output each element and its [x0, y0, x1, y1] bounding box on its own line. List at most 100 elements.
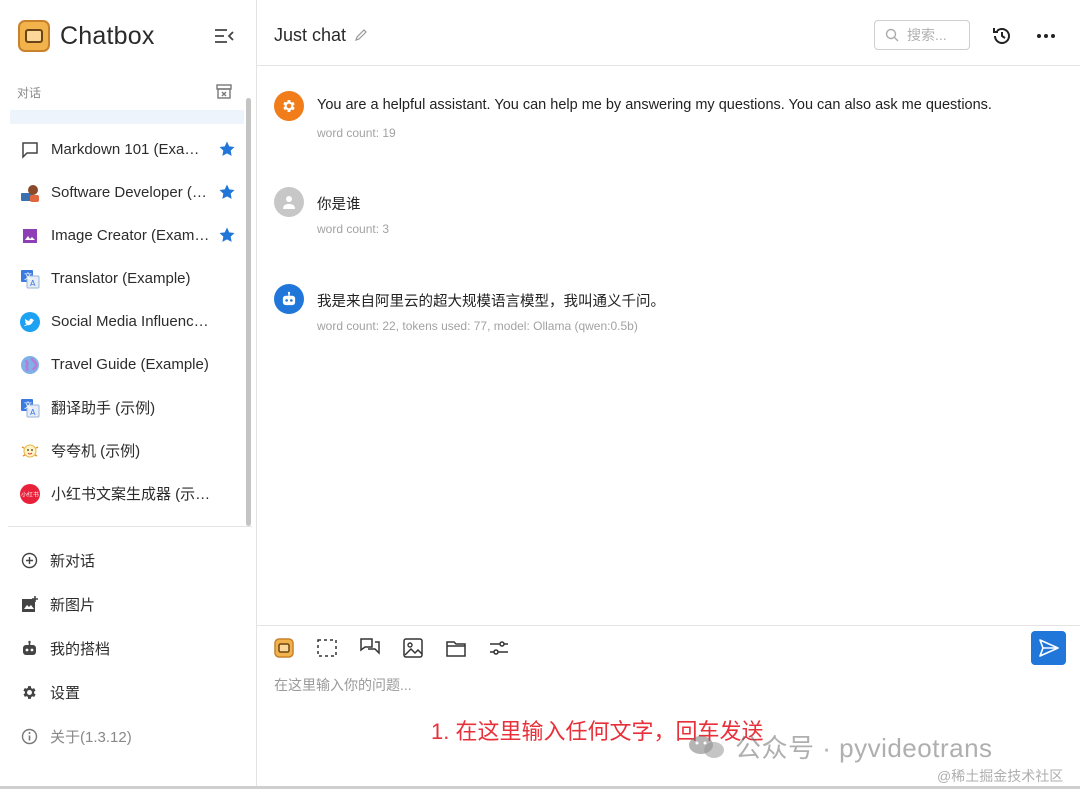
history-button[interactable] — [991, 25, 1013, 47]
nav-label: 我的搭档 — [50, 640, 111, 658]
session-item-software-developer[interactable]: Software Developer (Example) — [10, 171, 244, 214]
session-item-social-media-influencer[interactable]: Social Media Influencer (Example) — [10, 300, 244, 343]
watermark: 公众号 · pyvideotrans — [687, 728, 993, 765]
folder-icon — [446, 641, 466, 657]
search-placeholder: 搜索... — [907, 27, 947, 43]
chat-title: Just chat — [274, 25, 347, 45]
send-button[interactable] — [1031, 631, 1066, 665]
message-meta: word count: 3 — [317, 222, 390, 236]
archive-icon — [216, 84, 232, 99]
wechat-icon — [689, 735, 724, 758]
message-list: You are a helpful assistant. You can hel… — [257, 66, 1080, 626]
session-item-markdown-101[interactable]: Markdown 101 (Example) — [10, 128, 244, 171]
my-copilots-button[interactable]: 我的搭档 — [12, 626, 248, 670]
star-icon[interactable] — [218, 226, 236, 244]
more-options-button[interactable] — [1035, 26, 1057, 46]
nav-label: 关于(1.3.12) — [50, 728, 132, 746]
session-item-travel-guide[interactable]: Travel Guide (Example) — [10, 343, 244, 386]
nav-label: 新对话 — [50, 552, 96, 570]
translate-icon: 文A — [20, 269, 40, 289]
chat-settings-button[interactable] — [487, 636, 511, 660]
settings-button[interactable]: 设置 — [12, 670, 248, 714]
message-text: You are a helpful assistant. You can hel… — [317, 97, 992, 113]
info-icon — [20, 727, 38, 745]
user-avatar — [274, 187, 304, 217]
message-text: 我是来自阿里云的超大规模语言模型，我叫通义千问。 — [317, 294, 665, 310]
chat-header: Just chat 搜索... — [257, 0, 1080, 66]
sidebar: Chatbox 对话 Markdown 101 (Example) Softwa… — [0, 0, 257, 789]
nav-label: 设置 — [50, 684, 81, 702]
app-name: Chatbox — [60, 21, 155, 50]
session-label: 小红书文案生成器 (示例) — [51, 486, 211, 503]
session-label: 翻译助手 (示例) — [51, 400, 156, 417]
gear-icon — [283, 100, 295, 112]
session-label: Social Media Influencer (Example) — [51, 313, 211, 330]
chat-panel: Just chat 搜索... You are a helpful assist… — [257, 0, 1080, 789]
session-label: Markdown 101 (Example) — [51, 141, 211, 158]
settings-sliders-icon — [490, 641, 508, 655]
copilot-selector-button[interactable] — [272, 636, 296, 660]
clear-conversations-button[interactable] — [215, 83, 233, 100]
globe-icon — [20, 355, 40, 375]
image-icon — [20, 226, 40, 246]
session-label: Software Developer (Example) — [51, 184, 211, 201]
divider — [8, 526, 252, 527]
screenshot-button[interactable] — [315, 636, 339, 660]
session-label: Translator (Example) — [51, 270, 191, 287]
chatbox-logo-icon — [18, 20, 50, 52]
cheer-face-icon — [20, 441, 40, 461]
xiaohongshu-icon: 小红书 — [20, 483, 40, 504]
session-label: Image Creator (Example) — [51, 227, 211, 244]
more-dots-icon — [1037, 34, 1055, 38]
brand: Chatbox — [18, 20, 155, 52]
message-input[interactable] — [274, 673, 1044, 697]
star-icon[interactable] — [218, 140, 236, 158]
section-label: 对话 — [17, 86, 42, 100]
search-input[interactable]: 搜索... — [874, 20, 970, 50]
session-list-top — [10, 110, 244, 124]
nav-label: 新图片 — [50, 596, 96, 614]
twitter-bird-icon — [20, 311, 40, 332]
add-image-icon — [20, 595, 38, 613]
svg-text:A: A — [30, 279, 36, 288]
robot-icon — [282, 291, 296, 306]
crop-icon — [317, 639, 337, 657]
session-item-image-creator[interactable]: Image Creator (Example) — [10, 214, 244, 257]
sidebar-scrollbar[interactable] — [246, 98, 251, 526]
session-label: 夸夸机 (示例) — [51, 443, 141, 460]
compare-chat-icon — [360, 638, 380, 655]
system-avatar — [274, 91, 304, 121]
collapse-sidebar-button[interactable] — [213, 26, 235, 46]
about-button[interactable]: 关于(1.3.12) — [12, 714, 248, 758]
chatbox-app: Chatbox 对话 Markdown 101 (Example) Softwa… — [0, 0, 1080, 789]
input-toolbar — [272, 636, 530, 660]
message-meta: word count: 19 — [317, 126, 396, 140]
new-chat-button[interactable]: 新对话 — [12, 538, 248, 582]
send-icon — [1038, 639, 1059, 657]
developer-avatar-icon — [20, 183, 40, 203]
edit-title-icon[interactable] — [353, 27, 369, 43]
user-icon — [283, 196, 295, 209]
new-image-button[interactable]: 新图片 — [12, 582, 248, 626]
attach-image-button[interactable] — [401, 636, 425, 660]
attach-file-button[interactable] — [444, 636, 468, 660]
session-list: Markdown 101 (Example) Software Develope… — [10, 110, 244, 520]
session-item-translation-assistant[interactable]: 文A 翻译助手 (示例) — [10, 386, 244, 429]
svg-text:A: A — [30, 408, 36, 417]
plus-circle-icon — [20, 551, 38, 569]
session-item-translator[interactable]: 文A Translator (Example) — [10, 257, 244, 300]
session-label: Travel Guide (Example) — [51, 356, 209, 373]
chatbox-logo-icon — [274, 638, 294, 658]
chat-bubble-icon — [20, 140, 40, 160]
robot-icon — [20, 639, 38, 657]
translate-icon: 文A — [20, 398, 40, 418]
image-upload-icon — [403, 638, 423, 658]
gear-icon — [20, 683, 38, 701]
search-icon — [885, 28, 899, 42]
star-icon[interactable] — [218, 183, 236, 201]
session-item-xiaohongshu-copywriter[interactable]: 小红书 小红书文案生成器 (示例) — [10, 472, 244, 515]
watermark-sub: @稀土掘金技术社区 — [937, 768, 1064, 784]
input-area: 1. 在这里输入任何文字，回车发送 公众号 · pyvideotrans @稀土… — [257, 625, 1080, 789]
switch-conversation-button[interactable] — [358, 636, 382, 660]
session-item-praise-bot[interactable]: 夸夸机 (示例) — [10, 429, 244, 472]
